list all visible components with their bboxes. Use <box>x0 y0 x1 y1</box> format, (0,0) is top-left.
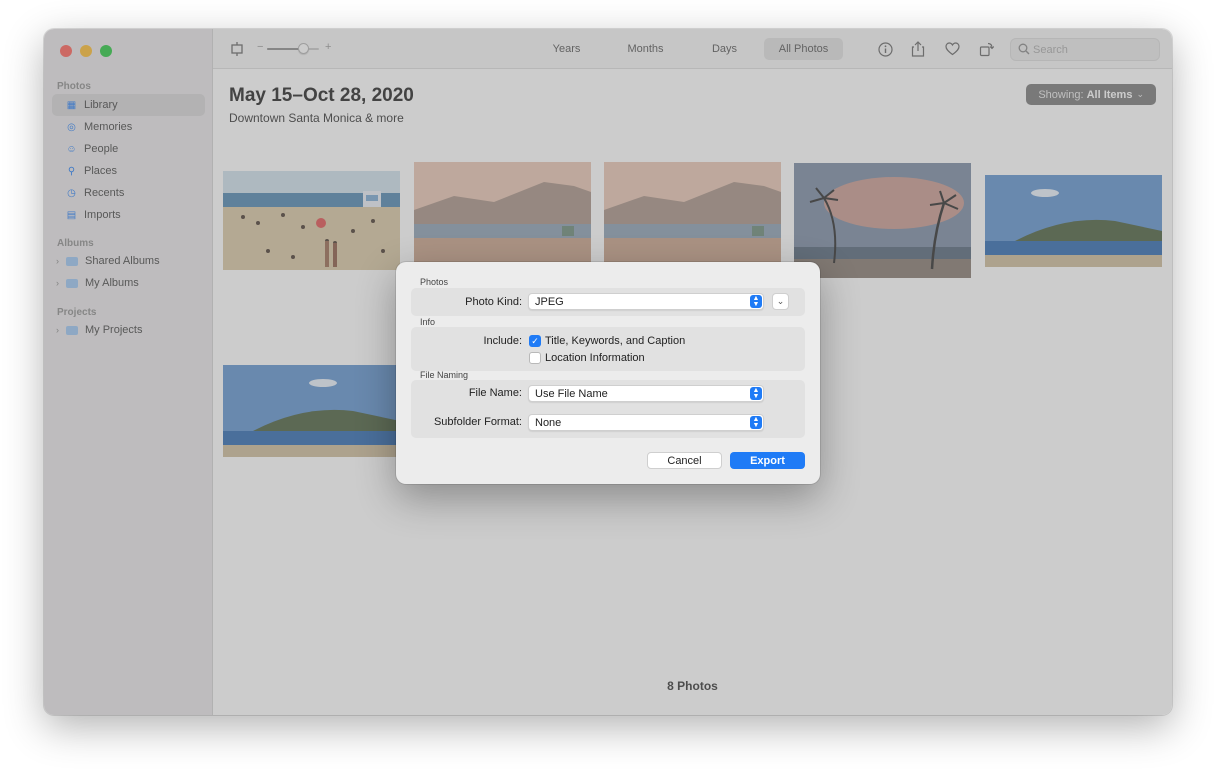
file-name-value: Use File Name <box>535 387 608 400</box>
file-naming-group: File Name: Use File Name ▲ ▼ Subfolder Fo… <box>411 380 805 438</box>
chevron-updown-icon: ▲ ▼ <box>750 295 762 308</box>
photo-kind-label: Photo Kind: <box>465 296 522 308</box>
expand-options-button[interactable]: ⌄ <box>772 293 789 310</box>
info-section-header: Info <box>420 317 436 327</box>
checkmark-icon: ✓ <box>531 335 539 346</box>
chevron-down-icon: ⌄ <box>776 296 785 306</box>
subfolder-format-label: Subfolder Format: <box>433 416 522 428</box>
photo-kind-value: JPEG <box>535 295 564 308</box>
info-group: Include: ✓ Title, Keywords, and Caption … <box>411 327 805 371</box>
photos-group: Photo Kind: JPEG ▲ ▼ ⌄ <box>411 288 805 316</box>
photos-section-header: Photos <box>420 277 449 287</box>
include-label: Include: <box>483 335 522 347</box>
export-dialog: Photos Photo Kind: JPEG ▲ ▼ ⌄ Info Includ… <box>396 262 820 484</box>
location-checkbox[interactable] <box>529 352 541 364</box>
title-keywords-checkbox[interactable]: ✓ <box>529 335 541 347</box>
chevron-updown-icon: ▲ ▼ <box>750 387 762 400</box>
subfolder-format-value: None <box>535 416 562 429</box>
location-label: Location Information <box>545 352 645 364</box>
chevron-updown-icon: ▲ ▼ <box>750 416 762 429</box>
title-keywords-label: Title, Keywords, and Caption <box>545 335 686 347</box>
export-button[interactable]: Export <box>730 452 805 469</box>
file-naming-section-header: File Naming <box>420 370 469 380</box>
file-name-popup[interactable]: Use File Name ▲ ▼ <box>528 385 764 402</box>
subfolder-format-popup[interactable]: None ▲ ▼ <box>528 414 764 431</box>
file-name-label: File Name: <box>468 387 522 399</box>
photo-kind-popup[interactable]: JPEG ▲ ▼ <box>528 293 764 310</box>
cancel-button[interactable]: Cancel <box>647 452 722 469</box>
